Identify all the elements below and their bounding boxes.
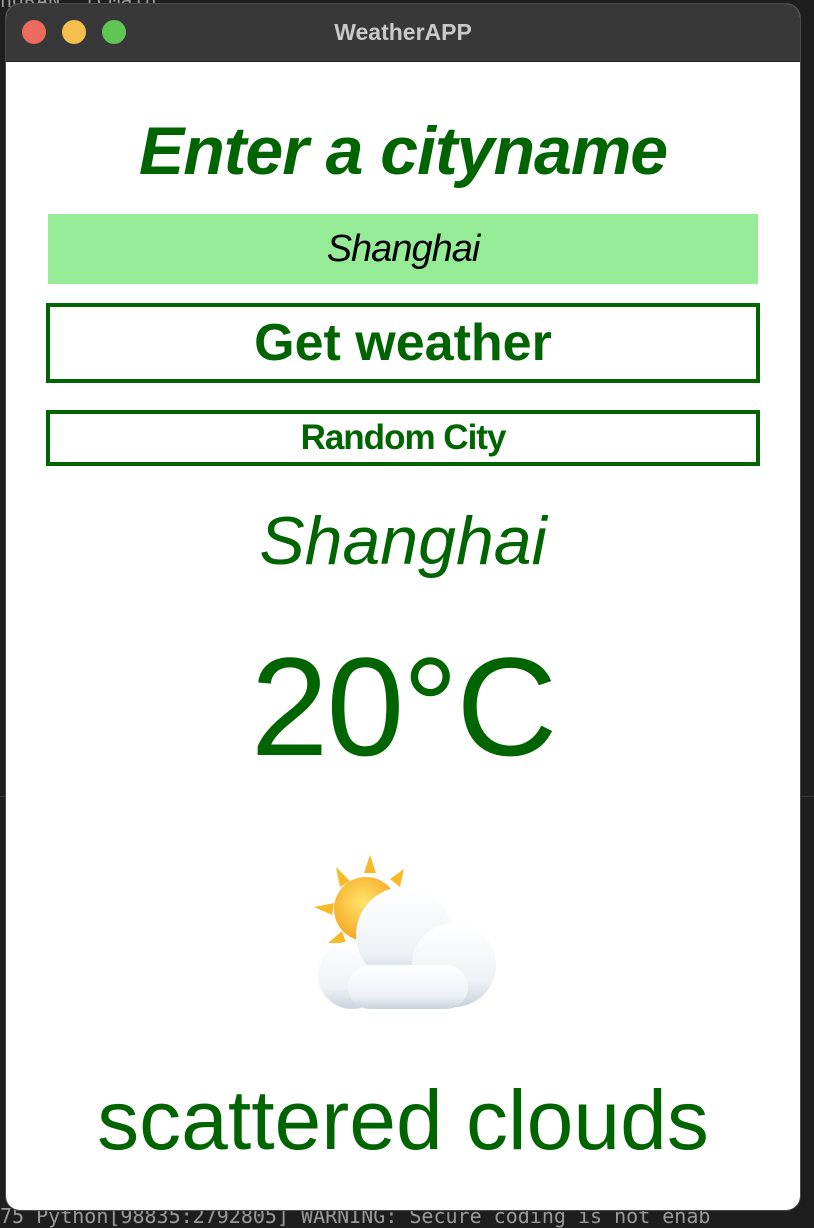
page-heading: Enter a cityname [138,113,668,189]
city-input[interactable] [48,214,758,284]
result-description: scattered clouds [97,1073,709,1167]
window-title: WeatherAPP [334,19,472,45]
result-city-name: Shanghai [259,503,547,579]
random-city-button[interactable]: Random City [46,410,760,466]
app-window: WeatherAPP Enter a cityname Get weather … [6,4,800,1210]
sun-behind-cloud-icon [314,855,496,1009]
title-bar[interactable]: WeatherAPP [6,4,800,62]
result-temperature: 20°C [250,628,558,785]
get-weather-button[interactable]: Get weather [46,303,760,383]
